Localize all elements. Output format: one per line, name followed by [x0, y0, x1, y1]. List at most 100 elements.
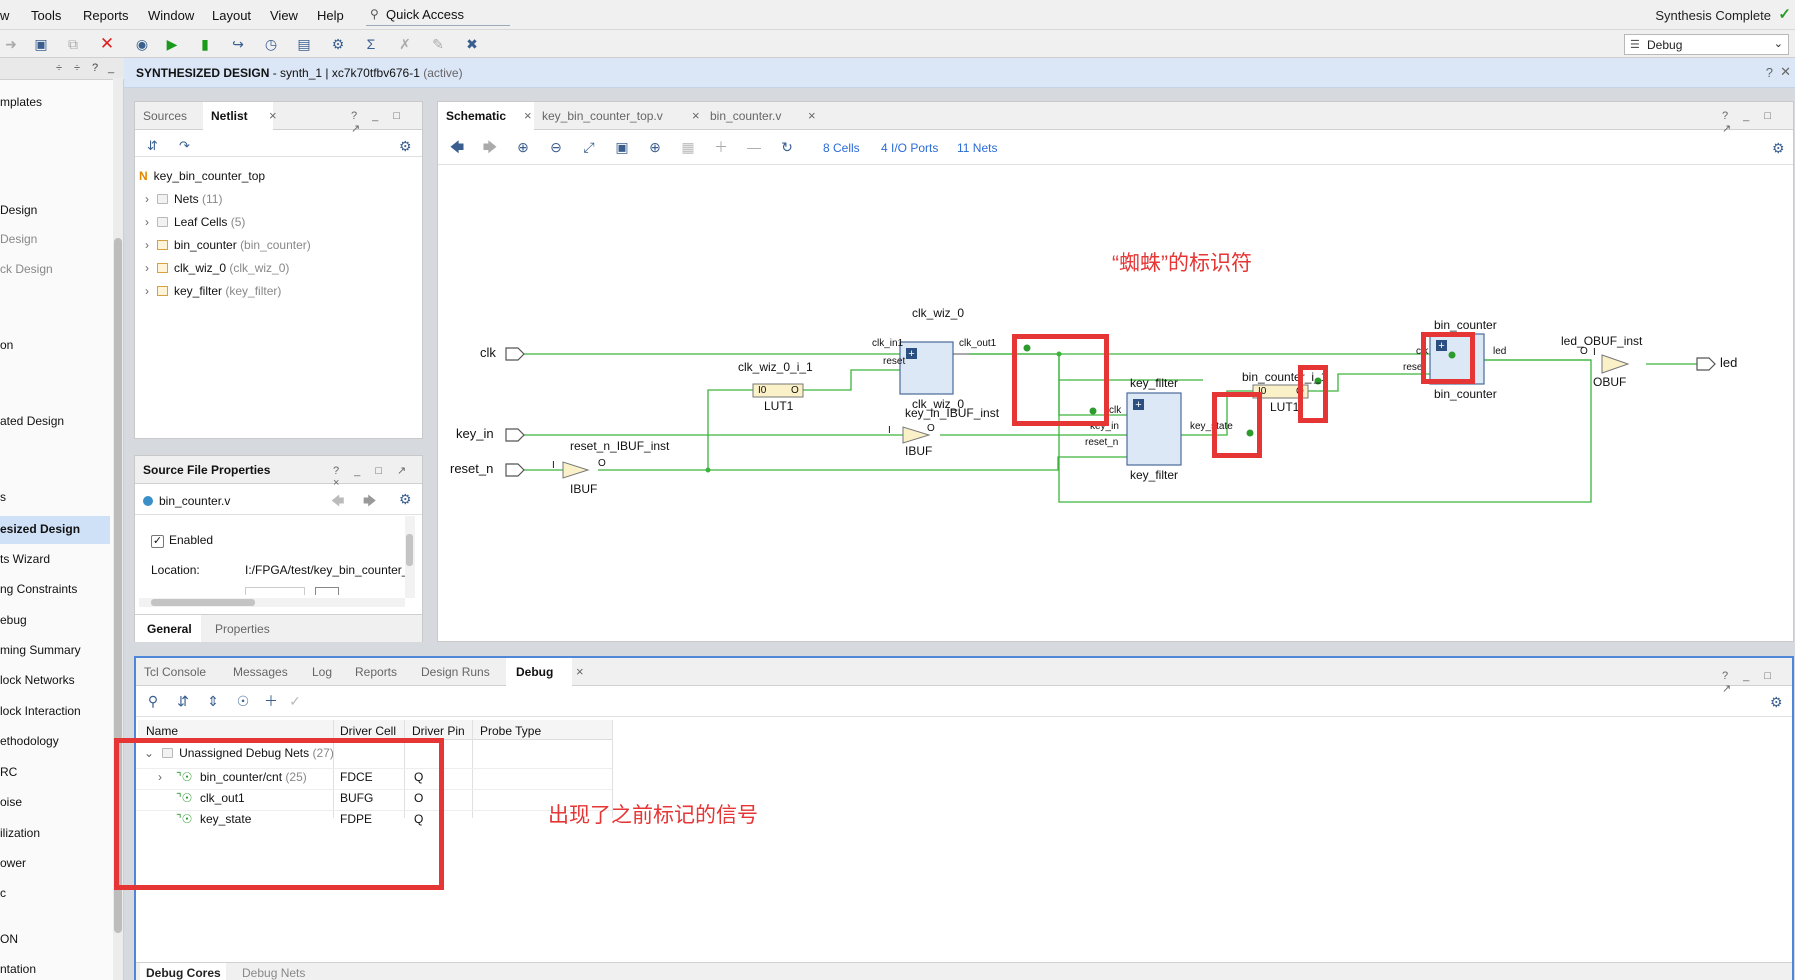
port-reset-n[interactable]: reset_n — [450, 461, 493, 476]
menu-window-cut[interactable]: w — [0, 8, 9, 23]
panel-controls[interactable]: ? _ □ ↗ — [1722, 670, 1792, 695]
netlist-node[interactable]: › Leaf Cells (5) — [145, 215, 245, 229]
sfp-hscroll[interactable] — [139, 598, 405, 607]
run-icon[interactable]: ▶ — [163, 35, 181, 53]
program-icon[interactable]: ↪ — [229, 35, 247, 53]
expand-all-icon[interactable]: ⇕ — [204, 692, 222, 710]
flow-item[interactable]: ng Constraints — [0, 582, 77, 596]
flow-item[interactable]: ebug — [0, 613, 27, 627]
close-red-icon[interactable]: ✕ — [98, 35, 116, 53]
wand-icon[interactable]: ✓ — [286, 692, 304, 710]
flow-item[interactable]: lock Interaction — [0, 704, 81, 718]
flow-item[interactable]: ilization — [0, 826, 40, 840]
menu-view[interactable]: View — [270, 8, 298, 23]
gear-icon[interactable]: ⚙ — [399, 491, 412, 508]
flow-item[interactable]: on — [0, 338, 13, 352]
flow-item[interactable]: ntation — [0, 962, 36, 976]
sigma-icon[interactable]: Σ — [362, 35, 380, 53]
flow-item[interactable]: ck Design — [0, 262, 53, 276]
copy-icon[interactable]: ⧉ — [64, 35, 82, 53]
column-name[interactable]: Name — [146, 724, 178, 738]
menu-layout[interactable]: Layout — [212, 8, 251, 23]
flow-item[interactable]: ethodology — [0, 734, 59, 748]
flow-item[interactable]: Design — [0, 232, 37, 246]
netlist-node[interactable]: › bin_counter (bin_counter) — [145, 238, 311, 252]
flow-item[interactable]: ON — [0, 932, 18, 946]
redo-icon[interactable]: ➜ — [2, 35, 20, 53]
port-clk[interactable]: clk — [480, 345, 496, 360]
settings-icon[interactable]: ⚙ — [329, 35, 347, 53]
browse-button[interactable] — [315, 587, 339, 595]
layout-select[interactable]: ☰ Debug ⌄ — [1624, 34, 1789, 55]
menu-window[interactable]: Window — [148, 8, 194, 23]
flow-item[interactable]: esized Design — [0, 522, 80, 536]
report-icon[interactable]: ▤ — [295, 35, 313, 53]
port-led[interactable]: led — [1720, 355, 1737, 370]
menu-reports[interactable]: Reports — [83, 8, 129, 23]
tab-debug-nets[interactable]: Debug Nets — [242, 966, 305, 980]
gear-icon[interactable]: ⚙ — [1770, 694, 1783, 711]
tab-sources[interactable]: Sources — [143, 109, 187, 123]
close-icon[interactable]: ✕ — [1780, 64, 1791, 80]
help-icon[interactable]: ? — [92, 62, 98, 74]
search-icon[interactable]: ⚲ — [144, 692, 162, 710]
flow-item[interactable]: oise — [0, 795, 22, 809]
save-icon[interactable]: ▣ — [32, 35, 50, 53]
netlist-node[interactable]: › Nets (11) — [145, 192, 222, 206]
sfp-vscroll[interactable] — [405, 516, 415, 598]
tab-reports[interactable]: Reports — [355, 665, 397, 679]
tab-messages[interactable]: Messages — [233, 665, 288, 679]
gear-icon[interactable]: ⚙ — [399, 138, 412, 155]
flow-item[interactable]: ower — [0, 856, 26, 870]
menu-tools[interactable]: Tools — [31, 8, 61, 23]
close-icon[interactable]: × — [576, 664, 584, 679]
flow-item[interactable]: Design — [0, 203, 37, 217]
collapse-all-icon[interactable]: ⇵ — [174, 692, 192, 710]
flow-item[interactable]: RC — [0, 765, 17, 779]
collapse-all-icon[interactable]: ⇵ — [147, 138, 158, 154]
wrench-disabled-icon[interactable]: ✗ — [396, 35, 414, 53]
forward-icon[interactable]: 🡆 — [363, 492, 376, 514]
flow-item[interactable]: c — [0, 886, 6, 900]
column-probe-type[interactable]: Probe Type — [480, 724, 541, 738]
column-driver-pin[interactable]: Driver Pin — [412, 724, 465, 738]
tab-tcl-console[interactable]: Tcl Console — [144, 665, 206, 679]
netlist-node[interactable]: › clk_wiz_0 (clk_wiz_0) — [145, 261, 289, 275]
schematic-canvas[interactable]: + + + — [438, 102, 1795, 643]
netlist-top[interactable]: Nkey_bin_counter_top — [139, 169, 265, 183]
quick-access-search[interactable]: ⚲ Quick Access — [366, 4, 510, 26]
netlist-node[interactable]: › key_filter (key_filter) — [145, 284, 281, 298]
flow-item[interactable]: mplates — [0, 95, 42, 109]
menu-help[interactable]: Help — [317, 8, 344, 23]
pencil-disabled-icon[interactable]: ✎ — [429, 35, 447, 53]
help-icon[interactable]: ? — [1766, 65, 1773, 80]
tab-general[interactable]: General — [147, 622, 192, 636]
back-icon[interactable]: 🡄 — [331, 492, 344, 514]
column-driver-cell[interactable]: Driver Cell — [340, 724, 396, 738]
tab-design-runs[interactable]: Design Runs — [421, 665, 490, 679]
flow-item[interactable]: ts Wizard — [0, 552, 50, 566]
timer-icon[interactable]: ◷ — [262, 35, 280, 53]
expand-all-icon[interactable]: ↷ — [179, 138, 190, 154]
flow-item[interactable]: s — [0, 490, 6, 504]
tab-debug[interactable]: Debug — [516, 665, 553, 679]
property-field[interactable] — [245, 587, 305, 595]
tab-netlist[interactable]: Netlist — [211, 109, 248, 123]
tab-debug-cores[interactable]: Debug Cores — [146, 966, 221, 980]
enabled-checkbox[interactable]: ✓ Enabled — [151, 533, 213, 548]
add-icon[interactable]: ＋ — [262, 692, 280, 710]
panel-controls[interactable]: ? _ □ ↗ × — [333, 464, 422, 489]
close-icon[interactable]: × — [269, 108, 277, 123]
flow-item[interactable]: ated Design — [0, 414, 64, 428]
flow-item[interactable]: lock Networks — [0, 673, 75, 687]
tools-icon[interactable]: ✖ — [463, 35, 481, 53]
bug-icon[interactable]: ☉ — [234, 692, 252, 710]
tab-properties[interactable]: Properties — [215, 622, 270, 636]
step-icon[interactable]: ▮ — [196, 35, 214, 53]
flow-item[interactable]: ming Summary — [0, 643, 81, 657]
expand-icon[interactable]: ÷ — [74, 62, 80, 74]
panel-controls[interactable]: ? _ □ ↗ — [351, 110, 422, 135]
port-key-in[interactable]: key_in — [456, 426, 494, 441]
binoculars-icon[interactable]: ◉ — [133, 35, 151, 53]
minimize-icon[interactable]: _ — [108, 62, 114, 74]
